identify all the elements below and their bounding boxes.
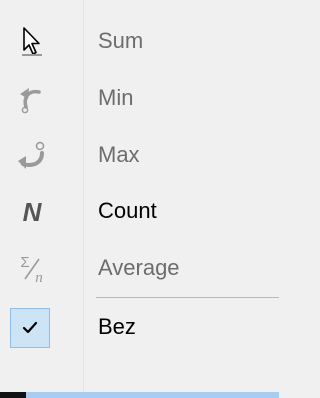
svg-text:n: n [35,270,43,285]
cursor-icon [12,21,52,61]
menu-item-average[interactable]: Σ n Average [0,241,279,295]
redo-arrow-icon [12,135,52,175]
menu-item-max[interactable]: Max [0,128,279,182]
menu-item-label: Sum [98,28,144,53]
menu-item-label: Bez [98,314,136,339]
menu-item-label: Average [98,255,180,280]
menu-item-label: Count [98,198,157,223]
checkmark-icon [10,308,50,348]
sigma-divide-icon: Σ n [12,248,52,288]
context-menu: Sum Min Max N Count Σ n Average Bez [0,0,279,398]
svg-text:N: N [23,197,43,227]
menu-item-count[interactable]: N Count [0,184,279,238]
menu-item-min[interactable]: Min [0,71,279,125]
menu-item-label: Min [98,85,134,110]
menu-item-bez[interactable]: Bez [0,300,279,354]
menu-item-sum[interactable]: Sum [0,14,279,68]
bottom-bar [0,392,279,398]
svg-text:Σ: Σ [20,254,29,271]
menu-item-label: Max [98,142,140,167]
menu-separator [96,297,279,298]
undo-arrow-icon [12,78,52,118]
n-letter-icon: N [12,191,52,231]
bottom-bar-edge [0,392,26,398]
